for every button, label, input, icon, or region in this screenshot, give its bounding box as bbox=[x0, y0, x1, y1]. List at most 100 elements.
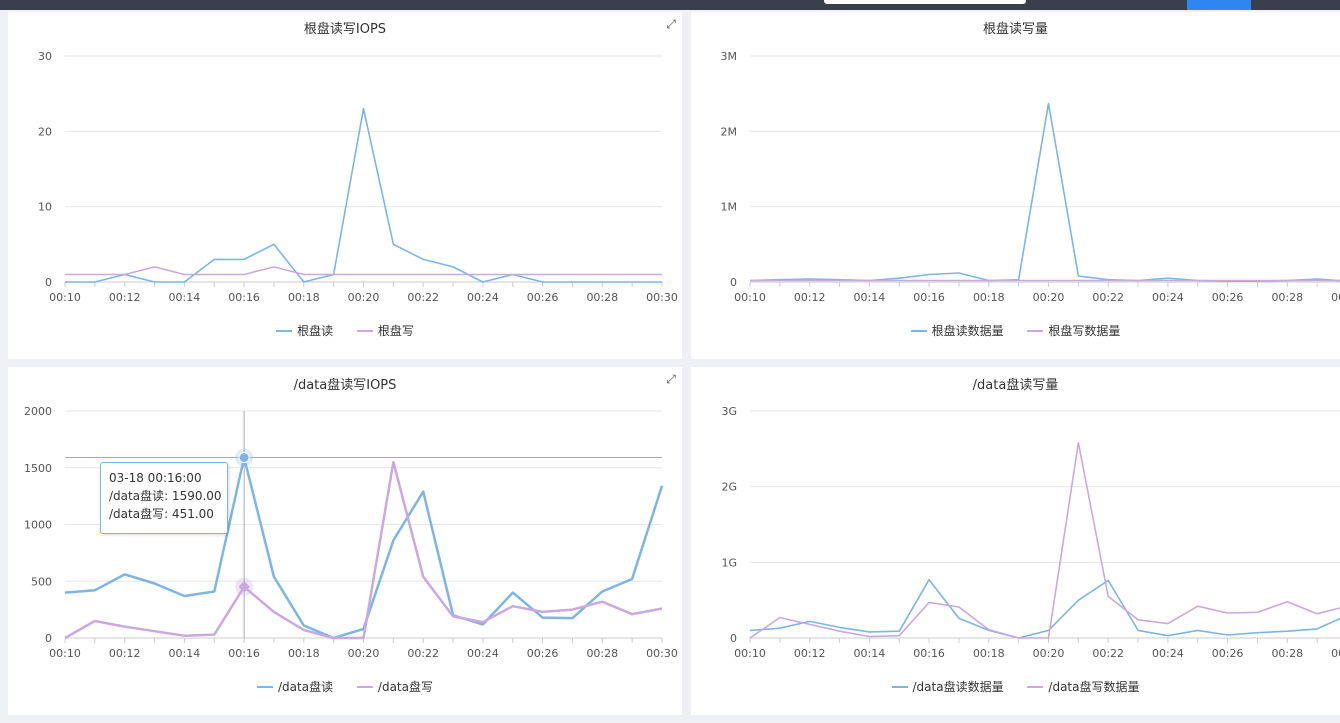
chart-legend: /data盘读数据量 /data盘写数据量 bbox=[691, 678, 1340, 695]
x-tick-label: 00:28 bbox=[586, 647, 618, 660]
chart-title: 根盘读写量 bbox=[982, 22, 1048, 37]
x-tick-label: 00:26 bbox=[1212, 647, 1244, 660]
series-line-1 bbox=[749, 102, 1340, 283]
x-tick-label: 00:26 bbox=[527, 291, 559, 304]
x-tick-label: 00:28 bbox=[1271, 647, 1303, 660]
legend-item[interactable]: 根盘写 bbox=[356, 322, 414, 339]
legend-label: /data盘写数据量 bbox=[1048, 680, 1140, 694]
search-box[interactable] bbox=[824, 0, 1026, 4]
x-tick-label: 00:20 bbox=[348, 647, 380, 660]
series-line-2 bbox=[749, 442, 1340, 639]
chart-panel-root-iops: 0 10 20 30 00:10 00:12 00:14 00:16 00:18 00:20 00:… bbox=[8, 12, 682, 359]
legend-item[interactable]: /data盘写 bbox=[356, 678, 433, 695]
top-bar bbox=[0, 0, 1340, 10]
x-tick-label: 00:14 bbox=[169, 647, 201, 660]
legend-item[interactable]: /data盘读数据量 bbox=[891, 678, 1004, 695]
x-tick-label: 00:10 bbox=[734, 647, 766, 660]
y-tick-label: 2M bbox=[721, 125, 738, 138]
x-tick-label: 00:24 bbox=[467, 291, 499, 304]
series-line-1 bbox=[65, 107, 662, 283]
x-tick-label: 00:18 bbox=[973, 291, 1005, 304]
tooltip-time: 03-18 00:16:00 bbox=[109, 471, 202, 485]
y-tick-label: 3M bbox=[721, 50, 738, 63]
legend-label: 根盘读数据量 bbox=[931, 324, 1004, 338]
y-tick-label: 0 bbox=[45, 632, 52, 645]
chart-data-iops: 0 500 1000 1500 2000 00:10 00:12 00:14 00:16 00:1… bbox=[24, 405, 678, 660]
chart-legend: 根盘读数据量 根盘写数据量 bbox=[691, 322, 1340, 339]
y-tick-label: 500 bbox=[31, 575, 52, 588]
y-tick-label: 10 bbox=[38, 201, 52, 214]
x-tick-label: 00:10 bbox=[49, 291, 81, 304]
series-line-1 bbox=[749, 578, 1340, 639]
x-tick-label: 00:18 bbox=[288, 647, 320, 660]
chart-panel-data-iops: 0 500 1000 1500 2000 00:10 00:12 00:14 00:16 00:1… bbox=[8, 367, 682, 715]
legend-item[interactable]: /data盘读 bbox=[257, 678, 333, 695]
y-tick-label: 1500 bbox=[24, 462, 52, 475]
x-tick-label: 00:10 bbox=[49, 647, 81, 660]
x-tick-label: 00:12 bbox=[794, 647, 826, 660]
series-line-2 bbox=[65, 266, 662, 276]
legend-label: /data盘写 bbox=[377, 680, 433, 694]
y-tick-label: 3G bbox=[721, 405, 737, 418]
chart-title: /data盘读写IOPS bbox=[293, 378, 397, 393]
x-tick-label: 00:16 bbox=[228, 291, 260, 304]
chart-legend: 根盘读 根盘写 bbox=[8, 322, 682, 339]
x-tick-label: 00:14 bbox=[854, 291, 886, 304]
x-tick-label: 00:30 bbox=[646, 291, 678, 304]
highlight-point-read bbox=[238, 452, 250, 464]
chart-data-throughput: 0 1G 2G 3G 00:10 00:12 00:14 00:16 00:18 00:20 00:… bbox=[721, 405, 1340, 660]
x-tick-label: 00:22 bbox=[1092, 647, 1124, 660]
y-tick-label: 2000 bbox=[24, 405, 52, 418]
x-tick-label: 00:30 bbox=[1331, 647, 1340, 660]
x-tick-label: 00:16 bbox=[228, 647, 260, 660]
x-tick-label: 00:14 bbox=[854, 647, 886, 660]
x-tick-label: 00:16 bbox=[913, 647, 945, 660]
legend-label: /data盘读 bbox=[278, 680, 334, 694]
expand-icon[interactable]: ⤢ bbox=[664, 372, 678, 386]
x-tick-label: 00:30 bbox=[646, 647, 678, 660]
x-tick-label: 00:22 bbox=[1092, 291, 1124, 304]
x-tick-label: 00:14 bbox=[169, 291, 201, 304]
top-action-button[interactable] bbox=[1187, 0, 1251, 10]
x-tick-label: 00:12 bbox=[794, 291, 826, 304]
x-tick-label: 00:20 bbox=[1033, 647, 1065, 660]
x-tick-label: 00:24 bbox=[1152, 647, 1184, 660]
x-tick-label: 00:24 bbox=[1152, 291, 1184, 304]
x-tick-label: 00:20 bbox=[1033, 291, 1065, 304]
legend-item[interactable]: 根盘写数据量 bbox=[1027, 322, 1120, 339]
y-tick-label: 1G bbox=[721, 556, 737, 569]
y-tick-label: 1000 bbox=[24, 519, 52, 532]
x-tick-label: 00:26 bbox=[527, 647, 559, 660]
y-tick-label: 30 bbox=[38, 50, 52, 63]
x-tick-label: 00:12 bbox=[109, 647, 141, 660]
chart-tooltip: 03-18 00:16:00 /data盘读: 1590.00 /data盘写:… bbox=[100, 462, 228, 534]
tooltip-line-read: /data盘读: 1590.00 bbox=[109, 489, 222, 503]
expand-icon[interactable]: ⤢ bbox=[664, 17, 678, 31]
y-tick-label: 0 bbox=[730, 276, 737, 289]
chart-panel-data-throughput: 0 1G 2G 3G 00:10 00:12 00:14 00:16 00:18 00:20 00:… bbox=[691, 367, 1340, 715]
chart-root-iops: 0 10 20 30 00:10 00:12 00:14 00:16 00:18 00:20 00:… bbox=[38, 50, 678, 304]
x-tick-label: 00:28 bbox=[1271, 291, 1303, 304]
x-tick-label: 00:18 bbox=[288, 291, 320, 304]
y-tick-label: 20 bbox=[38, 125, 52, 138]
x-tick-label: 00:12 bbox=[109, 291, 141, 304]
y-tick-label: 1M bbox=[721, 201, 738, 214]
y-tick-label: 2G bbox=[721, 481, 737, 494]
legend-item[interactable]: 根盘读 bbox=[276, 322, 333, 339]
legend-label: 根盘写数据量 bbox=[1048, 324, 1121, 338]
x-tick-label: 00:30 bbox=[1331, 291, 1340, 304]
y-tick-label: 0 bbox=[730, 632, 737, 645]
chart-title: /data盘读写量 bbox=[972, 378, 1059, 393]
legend-item[interactable]: 根盘读数据量 bbox=[910, 322, 1004, 339]
legend-item[interactable]: /data盘写数据量 bbox=[1027, 678, 1139, 695]
x-tick-label: 00:10 bbox=[734, 291, 766, 304]
x-tick-label: 00:26 bbox=[1212, 291, 1244, 304]
x-tick-label: 00:16 bbox=[913, 291, 945, 304]
chart-root-throughput: 0 1M 2M 3M 00:10 00:12 00:14 00:16 00:18 00:20 00:… bbox=[721, 50, 1340, 304]
chart-title: 根盘读写IOPS bbox=[303, 22, 387, 37]
x-tick-label: 00:22 bbox=[407, 291, 439, 304]
chart-panel-root-throughput: 0 1M 2M 3M 00:10 00:12 00:14 00:16 00:18 00:20 00:… bbox=[691, 12, 1340, 359]
x-tick-label: 00:18 bbox=[973, 647, 1005, 660]
legend-label: 根盘读 bbox=[297, 324, 334, 338]
chart-legend: /data盘读 /data盘写 bbox=[8, 678, 682, 695]
